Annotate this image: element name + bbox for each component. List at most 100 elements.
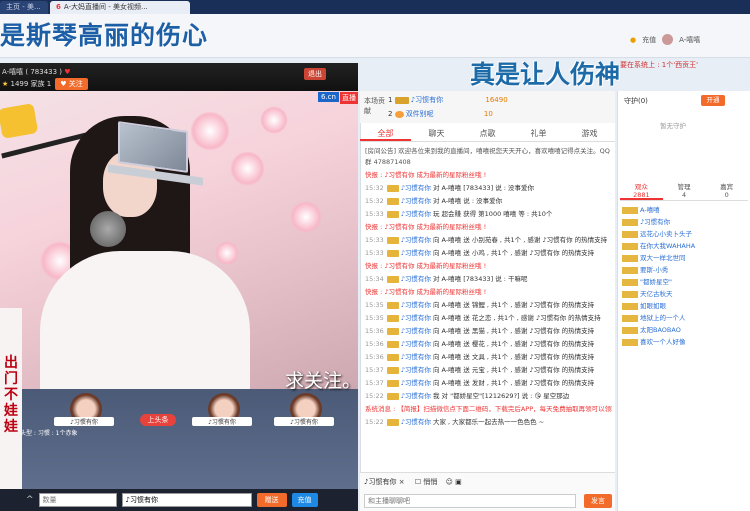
chat-username[interactable]: ♪习惯有你 — [401, 327, 431, 335]
podium-name: ♪习惯有你 — [274, 417, 334, 426]
podium-info: 头型 : 习惯 : 1个赤象 — [20, 430, 78, 437]
chat-username[interactable]: ♪习惯有你 — [401, 301, 431, 309]
heart-icon: ♥ — [64, 68, 71, 76]
username[interactable]: A-嘻嘻 — [679, 35, 700, 45]
audience-item[interactable]: 要斯-小秀 — [622, 266, 748, 275]
level-badge-icon — [386, 314, 399, 322]
level-badge-icon — [386, 379, 399, 387]
chat-username[interactable]: ♪习惯有你 — [401, 379, 431, 387]
follow-button[interactable]: ♥ 关注 — [55, 78, 88, 90]
level-badge-icon — [622, 218, 638, 226]
avatar[interactable] — [662, 34, 674, 45]
gift-target-input[interactable] — [121, 493, 252, 507]
chat-input-area: ♪习惯有你 × ☐ 悄悄 ☺ ▣ 发言 — [360, 472, 615, 511]
recharge-link[interactable]: 充值 — [642, 35, 656, 45]
chat-message: 15:35 ♪习惯有你 向 A-嘻嘻 送 花之恋 , 共1个 , 感谢 ♪习惯有你… — [365, 314, 601, 322]
close-icon[interactable]: × — [399, 478, 405, 486]
chat-message: 15:22 ♪习惯有你 大家 , 大家都乐一起去热一一色色色 ~ — [365, 418, 545, 426]
chat-username[interactable]: ♪习惯有你 — [401, 340, 431, 348]
audience-item[interactable]: 天亿古秋天 — [622, 290, 748, 299]
tab-audience[interactable]: 观众 2881 — [620, 183, 663, 200]
danmu-comment: 求关注。 — [285, 370, 362, 392]
rank-label: 本场贡献 — [364, 97, 385, 115]
audience-list[interactable]: A-嘻嘻 ♪习惯有你远花心小卖卜头子 在你大我WAHAHA 双大一样北世同 要斯-小秀 "… — [622, 206, 748, 350]
chat-username[interactable]: ♪习惯有你 — [401, 275, 431, 283]
chat-message: 系统消息 : 【简报】扫描微信点下面二维码，下载完后APP，每天免费抽取再领可以… — [365, 405, 612, 413]
chat-username[interactable]: ♪习惯有你 — [401, 184, 431, 192]
level-badge-icon — [622, 278, 638, 286]
chat-username[interactable]: ♪习惯有你 — [401, 210, 431, 218]
guard-open-button[interactable]: 开通 — [701, 95, 725, 106]
audience-item[interactable]: A-嘻嘻 — [622, 206, 748, 215]
audience-item[interactable]: 太阳BAOBAO — [622, 326, 748, 335]
tab-games[interactable]: 游戏 — [564, 126, 615, 141]
podium-card-2[interactable]: ♪习惯有你 — [190, 389, 260, 439]
chat-username[interactable]: ♪习惯有你 — [401, 366, 431, 374]
contribution-ranks: 1 ♪习惯有你 16490 2 双件别呢 10 — [360, 91, 615, 123]
rank-row-1[interactable]: 1 ♪习惯有你 16490 — [388, 95, 508, 105]
exit-button[interactable]: 退出 — [304, 68, 326, 80]
live-video[interactable] — [0, 91, 358, 389]
level-badge-icon — [622, 302, 638, 310]
chat-username[interactable]: ♪习惯有你 — [401, 236, 431, 244]
checkbox-icon[interactable]: ☐ — [415, 478, 421, 486]
tab-song[interactable]: 点歌 — [462, 126, 513, 141]
audience-item[interactable]: 喜欢一个人好像 — [622, 338, 748, 347]
level-badge-icon — [386, 353, 399, 361]
chat-username[interactable]: ♪习惯有你 — [401, 249, 431, 257]
emoji-icon[interactable]: ☺ — [446, 478, 453, 486]
chat-username[interactable]: ♪习惯有你 — [401, 392, 431, 400]
podium-card-3[interactable]: ♪习惯有你 — [272, 389, 342, 439]
chat-username[interactable]: ♪习惯有你 — [401, 197, 431, 205]
chat-message: 快报 : ♪习惯有你 成为最新的星际粉丝哦 ! — [365, 262, 487, 270]
level-badge-icon — [386, 197, 399, 205]
send-button[interactable]: 发言 — [584, 494, 612, 508]
browser-tab-room[interactable]: 6 A-大妈直播间 - 美女视频... — [50, 1, 190, 14]
tab-admins[interactable]: 管理 4 — [663, 183, 706, 200]
chat-message: 15:22 ♪习惯有你 我 对 "都娇星空"[1212629?] 说 : 😘 星空… — [365, 392, 570, 400]
family-level: 家族 1 — [30, 80, 52, 88]
audience-item[interactable]: 远花心小卖卜头子 — [622, 230, 748, 239]
chat-message: 15:32 ♪习惯有你 对 A-嘻嘻 说 : 没事爱你 — [365, 197, 503, 205]
chat-message: 15:36 ♪习惯有你 向 A-嘻嘻 送 黑猫 , 共1个 , 感谢 ♪习惯有你 … — [365, 327, 595, 335]
chat-username[interactable]: ♪习惯有你 — [401, 418, 431, 426]
audience-item[interactable]: 如眼如眼 — [622, 302, 748, 311]
chat-username[interactable]: ♪习惯有你 — [401, 314, 431, 322]
level-badge-icon — [386, 392, 399, 400]
image-icon[interactable]: ▣ — [455, 478, 462, 486]
level-badge-icon — [622, 338, 638, 346]
recharge-button[interactable]: 充值 — [291, 493, 318, 507]
tab-guests[interactable]: 嘉宾 0 — [705, 183, 748, 200]
gift-send-bar: ^ 赠送 充值 — [0, 489, 358, 511]
rank-row-2[interactable]: 2 双件别呢 10 — [388, 109, 493, 119]
headline-tag[interactable]: 上头条 — [140, 414, 176, 426]
audience-item[interactable]: 在你大我WAHAHA — [622, 242, 748, 251]
coin-icon: ● — [630, 35, 637, 44]
gift-count-input[interactable] — [38, 493, 117, 507]
chat-username[interactable]: ♪习惯有你 — [401, 353, 431, 361]
chat-message: 快报 : ♪习惯有你 成为最新的星际粉丝哦 ! — [365, 288, 487, 296]
level-badge-icon — [622, 290, 638, 298]
level-badge-icon — [622, 266, 638, 274]
level-badge-icon — [386, 366, 399, 374]
chat-message: 15:32 ♪习惯有你 对 A-嘻嘻 [783433] 说 : 没事爱你 — [365, 184, 535, 192]
level-badge-icon — [386, 301, 399, 309]
browser-tab-home[interactable]: 主页 - 美... — [0, 1, 48, 14]
audience-item[interactable]: "都娇星空" — [622, 278, 748, 287]
send-gift-button[interactable]: 赠送 — [256, 493, 287, 507]
chat-message: 15:37 ♪习惯有你 向 A-嘻嘻 送 元宝 , 共1个 , 感谢 ♪习惯有你 … — [365, 366, 595, 374]
level-badge-icon — [386, 236, 399, 244]
chat-input[interactable] — [364, 494, 576, 508]
tab-gifts[interactable]: 礼单 — [513, 126, 564, 141]
level-badge-icon — [622, 242, 638, 250]
audience-item[interactable]: ♪习惯有你 — [622, 218, 748, 227]
audience-item[interactable]: 地狱上的一个人 — [622, 314, 748, 323]
audience-item[interactable]: 双大一样北世同 — [622, 254, 748, 263]
tab-all[interactable]: 全部 — [360, 126, 411, 141]
chat-log[interactable]: [房间公告] 欢迎各位来到我的直播间，嘻嘻祝您天天开心，喜欢嘻嘻记得点关注。QQ… — [362, 145, 612, 470]
marquee-text: 要在系统上 : 1个'西贡王' — [620, 61, 699, 69]
chevron-up-icon[interactable]: ^ — [26, 495, 34, 505]
tab-chat[interactable]: 聊天 — [411, 126, 462, 141]
level-badge-icon — [386, 418, 399, 426]
chat-target[interactable]: ♪习惯有你 — [364, 478, 396, 486]
